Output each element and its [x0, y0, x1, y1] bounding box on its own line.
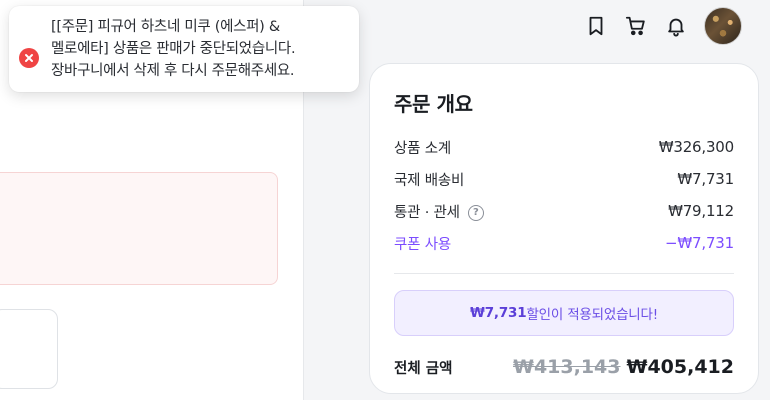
original-price: ₩413,143 — [513, 356, 621, 378]
order-summary-card: 주문 개요 상품 소계 ₩326,300 국제 배송비 ₩7,731 통관 · … — [369, 63, 759, 394]
total-row: 전체 금액 ₩413,143 ₩405,412 — [394, 352, 734, 382]
summary-title: 주문 개요 — [394, 92, 473, 116]
total-label: 전체 금액 — [394, 360, 453, 377]
row-shipping: 국제 배송비 ₩7,731 — [394, 163, 734, 195]
row-label[interactable]: 쿠폰 사용 — [394, 233, 451, 254]
discount-text: 할인이 적용되었습니다! — [526, 307, 658, 323]
row-subtotal: 상품 소계 ₩326,300 — [394, 131, 734, 163]
row-label: 상품 소계 — [394, 140, 451, 157]
toast-message: [[주문] 피규어 하츠네 미쿠 (에스퍼) & 멜로에타] 상품은 판매가 중… — [51, 19, 296, 79]
row-value: −₩7,731 — [665, 234, 734, 252]
row-value: ₩7,731 — [677, 170, 734, 188]
error-toast: [[주문] 피규어 하츠네 미쿠 (에스퍼) & 멜로에타] 상품은 판매가 중… — [9, 6, 359, 92]
user-avatar[interactable] — [704, 7, 742, 45]
row-customs: 통관 · 관세? ₩79,112 — [394, 195, 734, 227]
row-value: ₩79,112 — [668, 202, 734, 220]
bookmark-icon[interactable] — [576, 10, 616, 42]
discount-amount: ₩7,731 — [470, 305, 527, 321]
row-coupon[interactable]: 쿠폰 사용 −₩7,731 — [394, 227, 734, 259]
partial-card[interactable] — [0, 309, 58, 389]
divider — [394, 273, 734, 274]
cart-icon[interactable] — [616, 10, 656, 42]
alert-box — [0, 172, 278, 285]
bell-icon[interactable] — [656, 10, 696, 42]
final-price: ₩405,412 — [626, 356, 735, 378]
row-label: 국제 배송비 — [394, 172, 465, 189]
row-label: 통관 · 관세 — [394, 204, 460, 221]
discount-banner: ₩7,731 할인이 적용되었습니다! — [394, 290, 734, 336]
header-icons — [576, 7, 742, 45]
row-value: ₩326,300 — [658, 138, 734, 156]
error-icon — [19, 48, 39, 68]
help-icon[interactable]: ? — [467, 204, 484, 221]
